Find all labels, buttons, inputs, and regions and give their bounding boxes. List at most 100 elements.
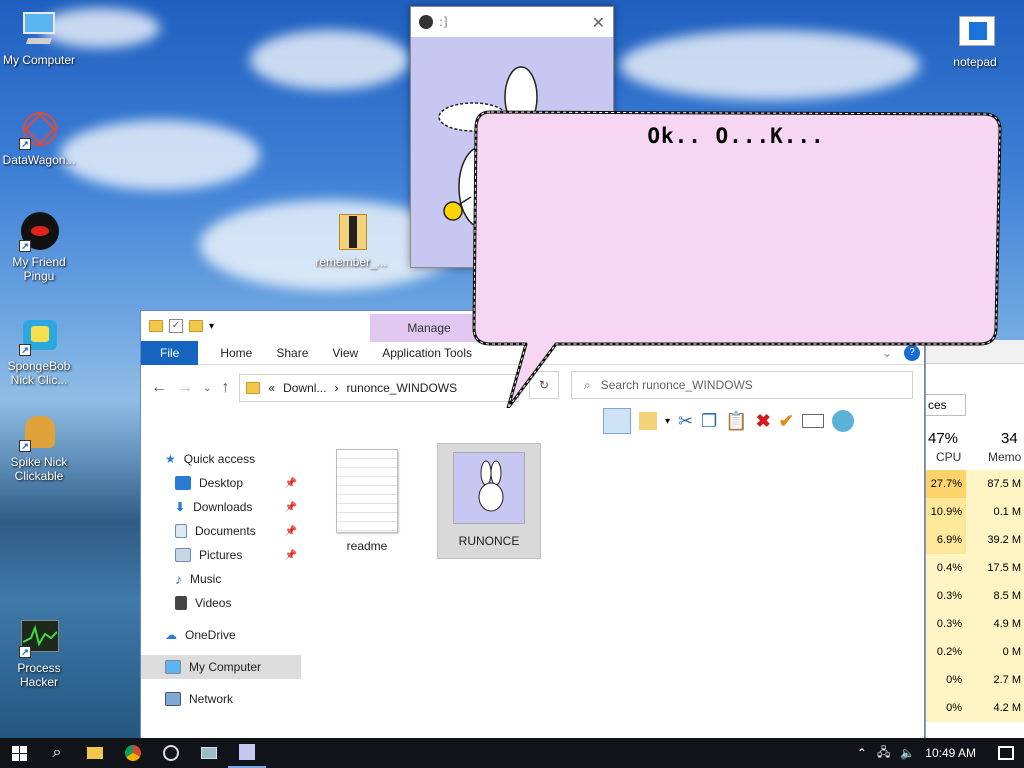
start-button[interactable] <box>0 738 38 768</box>
file-runonce[interactable]: RUNONCE <box>437 443 541 559</box>
notifications-icon[interactable] <box>998 746 1014 760</box>
folder-icon[interactable] <box>149 320 163 332</box>
cpu-cell: 6.9% <box>926 526 966 554</box>
nav-videos[interactable]: Videos <box>141 591 301 615</box>
tab-home[interactable]: Home <box>208 346 264 360</box>
customize-toolbar-icon[interactable]: ▾ <box>209 321 214 332</box>
taskbar-network-app[interactable] <box>190 738 228 768</box>
volume-icon[interactable]: 🔈 <box>900 746 915 760</box>
paste-icon[interactable]: 📋 <box>725 411 747 432</box>
pin-icon[interactable]: 📌 <box>285 478 297 489</box>
nav-my-computer[interactable]: My Computer <box>141 655 301 679</box>
memory-cell: 87.5 M <box>966 470 1024 498</box>
taskbar: ⌕ ⌃ 🖧 🔈 10:49 AM <box>0 738 1024 768</box>
memory-cell: 4.9 M <box>966 610 1024 638</box>
process-row[interactable]: 0% 2.7 M <box>926 666 1024 694</box>
new-folder-icon[interactable] <box>189 320 203 332</box>
desktop-icon-notepad[interactable]: notepad <box>936 12 1014 69</box>
desktop-folder-icon <box>175 476 191 490</box>
process-row[interactable]: 10.9% 0.1 M <box>926 498 1024 526</box>
nav-quick-access[interactable]: ★ Quick access <box>141 447 301 471</box>
delete-icon[interactable]: ✖ <box>756 411 771 432</box>
process-row[interactable]: 0.3% 8.5 M <box>926 582 1024 610</box>
folder-icon <box>246 382 261 394</box>
properties-icon[interactable] <box>639 412 657 430</box>
penguin-icon: ↗ <box>19 212 59 252</box>
network-icon <box>165 692 181 706</box>
taskbar-clock-app[interactable] <box>152 738 190 768</box>
nav-onedrive[interactable]: ☁ OneDrive <box>141 623 301 647</box>
nav-pictures[interactable]: Pictures 📌 <box>141 543 301 567</box>
process-row[interactable]: 27.7% 87.5 M <box>926 470 1024 498</box>
nav-label: Pictures <box>199 548 243 562</box>
bunny-app-icon <box>453 452 525 524</box>
back-arrow-icon[interactable]: ← <box>151 379 167 397</box>
up-arrow-icon[interactable]: ↑ <box>221 379 229 397</box>
chevron-up-icon[interactable]: ⌃ <box>857 746 867 760</box>
tab-view[interactable]: View <box>320 346 370 360</box>
preview-pane-icon[interactable] <box>603 408 631 434</box>
rename-icon[interactable] <box>801 414 824 428</box>
copy-icon[interactable]: ❐ <box>701 411 717 432</box>
taskbar-file-explorer[interactable] <box>76 738 114 768</box>
memory-cell: 0.1 M <box>966 498 1024 526</box>
tab-file[interactable]: File <box>141 340 199 365</box>
memory-column-header[interactable]: Memo <box>988 450 1021 464</box>
cpu-column-header[interactable]: CPU <box>936 450 961 464</box>
process-row[interactable]: 0.3% 4.9 M <box>926 610 1024 638</box>
recent-locations-icon[interactable]: ⌄ <box>203 383 211 394</box>
star-web-icon: ↗ <box>19 110 59 150</box>
process-row[interactable]: 0% 4.2 M <box>926 694 1024 722</box>
process-row[interactable]: 0.4% 17.5 M <box>926 554 1024 582</box>
tab-share[interactable]: Share <box>264 346 320 360</box>
cut-icon[interactable]: ✂ <box>678 411 693 432</box>
process-row[interactable]: 6.9% 39.2 M <box>926 526 1024 554</box>
breadcrumb-overflow[interactable]: « <box>268 381 275 395</box>
cloud <box>60 120 260 190</box>
shortcut-arrow-icon: ↗ <box>19 240 31 252</box>
file-name: RUNONCE <box>458 534 520 548</box>
nav-label: Quick access <box>183 452 256 466</box>
memory-cell: 4.2 M <box>966 694 1024 722</box>
desktop-icon-spike[interactable]: ↗ Spike Nick Clickable <box>0 412 78 483</box>
breadcrumb-downloads[interactable]: Downl... <box>283 381 326 395</box>
dropdown-icon[interactable]: ▾ <box>665 416 670 427</box>
folder-icon <box>87 747 103 759</box>
bunny-icon <box>239 744 255 760</box>
desktop-icon-process-hacker[interactable]: ↗ Process Hacker <box>0 618 78 689</box>
process-row[interactable]: 0.2% 0 M <box>926 638 1024 666</box>
nav-label: Desktop <box>199 476 244 490</box>
search-button[interactable]: ⌕ <box>38 738 76 768</box>
desktop-icon-pingu[interactable]: ↗ My Friend Pingu <box>0 212 78 283</box>
clock-time[interactable]: 10:49 AM <box>925 746 976 760</box>
tab-application-tools[interactable]: Application Tools <box>370 346 484 360</box>
nav-downloads[interactable]: ⬇ Downloads 📌 <box>141 495 301 519</box>
close-icon[interactable]: ✕ <box>592 13 605 32</box>
window-title: :] <box>439 15 448 29</box>
desktop-icon-spongebob[interactable]: ↗ SpongeBob Nick Clic... <box>0 316 78 387</box>
pin-icon[interactable]: 📌 <box>285 526 297 537</box>
breadcrumb-runonce[interactable]: runonce_WINDOWS <box>346 381 457 395</box>
cpu-cell: 10.9% <box>926 498 966 526</box>
taskbar-chrome[interactable] <box>114 738 152 768</box>
nav-desktop[interactable]: Desktop 📌 <box>141 471 301 495</box>
checkmark-icon[interactable]: ✔ <box>779 411 794 432</box>
nav-documents[interactable]: Documents 📌 <box>141 519 301 543</box>
desktop-icon-my-computer[interactable]: My Computer <box>0 10 78 67</box>
nav-network[interactable]: Network <box>141 687 301 711</box>
bunny-window-titlebar[interactable]: :] ✕ <box>411 7 613 37</box>
nav-music[interactable]: ♪ Music <box>141 567 301 591</box>
music-note-icon: ♪ <box>175 571 182 587</box>
forward-arrow-icon[interactable]: → <box>177 379 193 397</box>
taskbar-bunny-app[interactable] <box>228 738 266 768</box>
pin-icon[interactable]: 📌 <box>285 550 297 561</box>
globe-icon[interactable] <box>831 410 854 432</box>
network-icon[interactable]: 🖧 <box>877 743 890 764</box>
file-readme[interactable]: readme <box>327 449 407 553</box>
desktop-icon-label: notepad <box>953 55 997 69</box>
desktop-icon-remember[interactable]: remember_... <box>312 212 390 269</box>
pin-icon[interactable]: 📌 <box>285 502 297 513</box>
windows-logo-icon <box>11 745 27 761</box>
desktop-icon-datawagon[interactable]: ↗ DataWagon... <box>0 110 78 167</box>
properties-icon[interactable]: ✓ <box>169 319 183 333</box>
